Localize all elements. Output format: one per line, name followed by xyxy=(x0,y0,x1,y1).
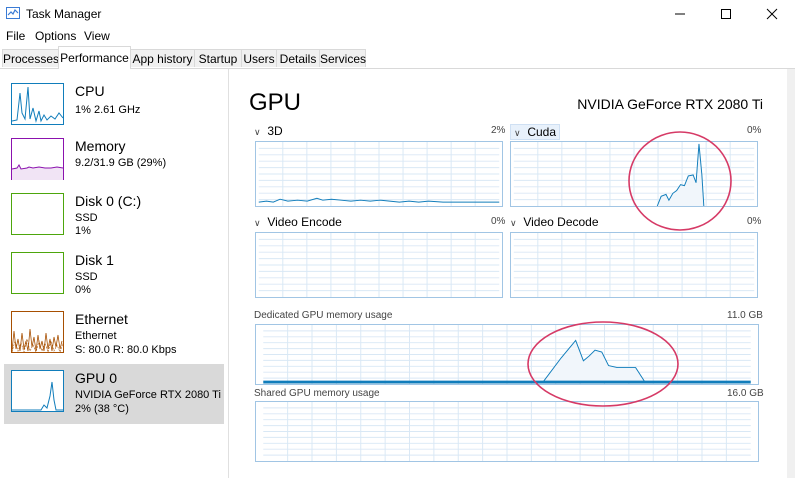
menu-bar: File Options View xyxy=(0,28,795,46)
grid-lines xyxy=(513,142,755,206)
sidebar-sub: S: 80.0 R: 80.0 Kbps xyxy=(75,344,177,356)
chevron-down-icon: ∨ xyxy=(254,218,261,228)
memory-thumbnail-graph xyxy=(11,138,64,180)
engine-label: Video Encode xyxy=(267,215,342,229)
cpu-thumbnail-graph xyxy=(11,83,64,125)
minimize-button[interactable] xyxy=(657,0,703,28)
dedicated-memory-max: 11.0 GB xyxy=(727,310,763,321)
menu-file[interactable]: File xyxy=(6,29,25,43)
grid-lines xyxy=(513,233,755,297)
engine-selector-3d[interactable]: ∨ 3D xyxy=(254,124,283,138)
sidebar-item-disk1[interactable]: Disk 1 SSD 0% xyxy=(4,246,224,306)
sidebar-sub: Ethernet xyxy=(75,330,117,342)
tab-details[interactable]: Details xyxy=(276,49,320,67)
close-button[interactable] xyxy=(749,0,795,28)
engine-pct: 0% xyxy=(747,216,762,227)
sidebar-sub: 0% xyxy=(75,284,91,296)
tab-processes[interactable]: Processes xyxy=(2,49,59,67)
sidebar-item-gpu0[interactable]: GPU 0 NVIDIA GeForce RTX 2080 Ti 2% (38 … xyxy=(4,364,224,424)
task-manager-icon xyxy=(6,7,20,19)
dedicated-memory-label: Dedicated GPU memory usage xyxy=(254,310,393,321)
tab-users[interactable]: Users xyxy=(241,49,277,67)
engine-pct: 0% xyxy=(747,125,762,136)
sidebar-title: CPU xyxy=(75,83,105,99)
sidebar-sub: 1% xyxy=(75,225,91,237)
engine-selector-cuda[interactable]: ∨ Cuda xyxy=(510,124,561,140)
gpu0-thumbnail-graph xyxy=(11,370,64,412)
graph-3d xyxy=(255,141,503,207)
tab-startup[interactable]: Startup xyxy=(194,49,242,67)
ethernet-thumbnail-graph xyxy=(11,311,64,353)
grid-lines xyxy=(263,325,751,384)
tab-services[interactable]: Services xyxy=(319,49,366,67)
sidebar-title: Memory xyxy=(75,138,126,154)
close-icon xyxy=(766,8,778,20)
minimize-icon xyxy=(675,13,685,15)
shared-memory-label: Shared GPU memory usage xyxy=(254,388,380,399)
window-title: Task Manager xyxy=(26,7,102,21)
chevron-down-icon: ∨ xyxy=(510,218,517,228)
sidebar-title: Disk 1 xyxy=(75,252,114,268)
title-bar: Task Manager xyxy=(0,0,795,28)
engine-label: 3D xyxy=(267,124,283,138)
engine-pct: 0% xyxy=(491,216,506,227)
disk0-thumbnail-graph xyxy=(11,193,64,235)
menu-options[interactable]: Options xyxy=(35,29,76,43)
chevron-down-icon: ∨ xyxy=(254,127,261,137)
maximize-icon xyxy=(721,9,731,19)
tab-performance[interactable]: Performance xyxy=(58,46,131,69)
graph-dedicated-memory xyxy=(255,324,759,385)
sidebar-item-disk0[interactable]: Disk 0 (C:) SSD 1% xyxy=(4,187,224,247)
vertical-scrollbar[interactable] xyxy=(787,69,795,478)
graph-video-encode xyxy=(255,232,503,298)
resource-sidebar: CPU 1% 2.61 GHz Memory 9.2/31.9 GB (29%)… xyxy=(0,69,229,478)
grid-lines xyxy=(258,142,500,206)
grid-lines xyxy=(263,402,751,461)
menu-view[interactable]: View xyxy=(84,29,110,43)
sidebar-item-memory[interactable]: Memory 9.2/31.9 GB (29%) xyxy=(4,132,224,192)
disk1-thumbnail-graph xyxy=(11,252,64,294)
sidebar-item-ethernet[interactable]: Ethernet Ethernet S: 80.0 R: 80.0 Kbps xyxy=(4,305,224,365)
gpu-model-name: NVIDIA GeForce RTX 2080 Ti xyxy=(577,96,763,112)
chevron-down-icon: ∨ xyxy=(514,128,521,138)
shared-memory-max: 16.0 GB xyxy=(727,388,764,399)
graph-cuda xyxy=(510,141,758,207)
engine-pct: 2% xyxy=(491,125,506,136)
sidebar-sub: SSD xyxy=(75,212,98,224)
sidebar-sub: 9.2/31.9 GB (29%) xyxy=(75,157,167,169)
graph-shared-memory xyxy=(255,401,759,462)
sidebar-sub: 1% 2.61 GHz xyxy=(75,104,141,116)
graph-video-decode xyxy=(510,232,758,298)
engine-selector-video-encode[interactable]: ∨ Video Encode xyxy=(254,215,342,229)
sidebar-title: Disk 0 (C:) xyxy=(75,193,142,209)
gpu-detail-panel: GPU NVIDIA GeForce RTX 2080 Ti ∨ 3D 2% ∨… xyxy=(229,69,795,478)
tab-app-history[interactable]: App history xyxy=(130,49,195,67)
page-title: GPU xyxy=(249,89,302,116)
sidebar-sub: 2% (38 °C) xyxy=(75,403,129,415)
sidebar-sub: SSD xyxy=(75,271,98,283)
sidebar-item-cpu[interactable]: CPU 1% 2.61 GHz xyxy=(4,77,224,137)
engine-label: Cuda xyxy=(527,125,557,139)
maximize-button[interactable] xyxy=(703,0,749,28)
grid-lines xyxy=(258,233,500,297)
sidebar-title: GPU 0 xyxy=(75,370,118,386)
engine-selector-video-decode[interactable]: ∨ Video Decode xyxy=(510,215,599,229)
sidebar-title: Ethernet xyxy=(75,311,128,327)
engine-label: Video Decode xyxy=(523,215,599,229)
sidebar-sub: NVIDIA GeForce RTX 2080 Ti xyxy=(75,389,221,401)
tab-bar: Processes Performance App history Startu… xyxy=(0,46,795,69)
